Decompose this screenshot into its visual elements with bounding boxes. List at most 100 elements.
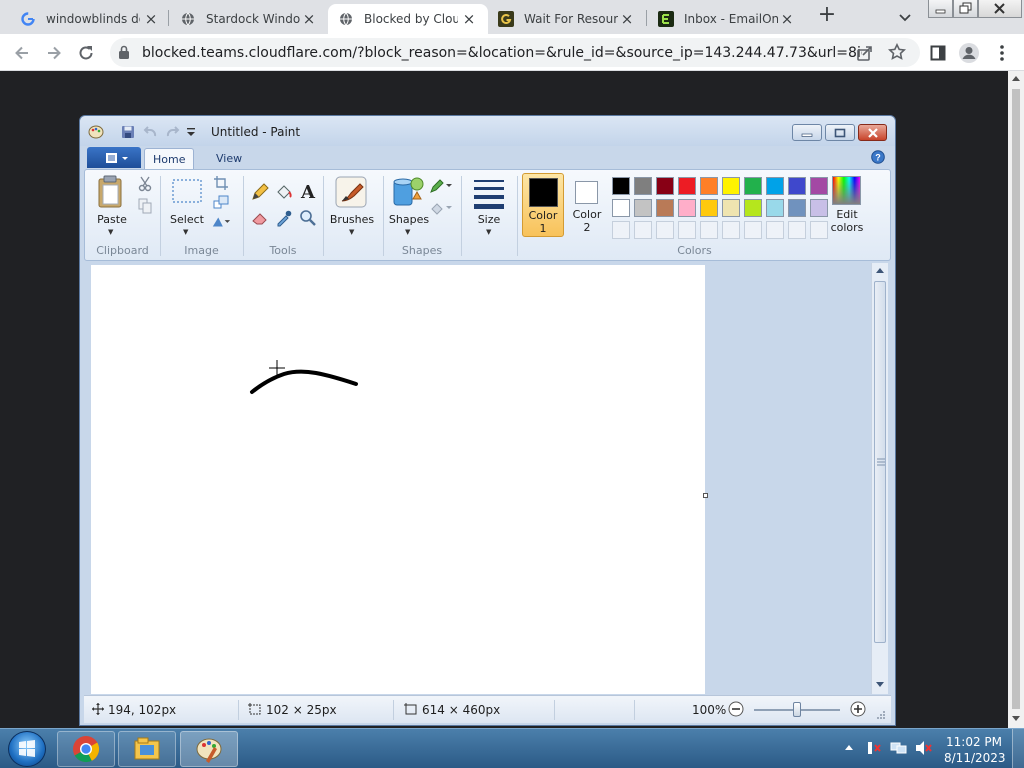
palette-swatch[interactable]: [744, 199, 762, 217]
zoom-in-icon[interactable]: [850, 701, 866, 720]
eraser-icon[interactable]: [250, 208, 270, 228]
side-panel-icon[interactable]: [927, 42, 949, 64]
palette-swatch[interactable]: [656, 177, 674, 195]
tab-windowblinds[interactable]: windowblinds do ×: [10, 4, 170, 34]
palette-swatch[interactable]: [678, 199, 696, 217]
close-icon[interactable]: ×: [460, 10, 478, 28]
palette-swatch[interactable]: [766, 177, 784, 195]
palette-swatch[interactable]: [722, 177, 740, 195]
custom-color-slot[interactable]: [722, 221, 740, 239]
pencil-icon[interactable]: [250, 182, 270, 202]
copy-icon[interactable]: [135, 196, 155, 216]
help-icon[interactable]: ?: [871, 150, 885, 167]
palette-swatch[interactable]: [634, 177, 652, 195]
menu-dots-icon[interactable]: [991, 42, 1013, 64]
network-icon[interactable]: [890, 740, 908, 756]
color2-button[interactable]: Color 2: [566, 173, 608, 237]
paste-button[interactable]: Paste: [90, 213, 134, 226]
palette-swatch[interactable]: [744, 177, 762, 195]
reload-button[interactable]: [75, 42, 97, 64]
custom-color-slot[interactable]: [744, 221, 762, 239]
page-scrollbar[interactable]: [1008, 71, 1024, 728]
close-window-button[interactable]: [978, 0, 1022, 18]
palette-swatch[interactable]: [656, 199, 674, 217]
taskbar-chrome[interactable]: [57, 731, 115, 767]
share-icon[interactable]: [856, 44, 874, 65]
custom-color-slot[interactable]: [656, 221, 674, 239]
restore-button[interactable]: [953, 0, 978, 18]
chevron-down-icon[interactable]: [896, 8, 914, 26]
tray-expand-icon[interactable]: [845, 744, 853, 752]
url-text[interactable]: blocked.teams.cloudflare.com/?block_reas…: [142, 45, 862, 61]
custom-color-slot[interactable]: [788, 221, 806, 239]
paste-icon[interactable]: [93, 174, 129, 210]
paint-menu-button[interactable]: [87, 147, 141, 168]
palette-swatch[interactable]: [788, 177, 806, 195]
select-icon[interactable]: [170, 176, 204, 206]
tab-stardock[interactable]: Stardock Window ×: [170, 4, 328, 34]
close-icon[interactable]: ×: [300, 10, 318, 28]
palette-swatch[interactable]: [612, 177, 630, 195]
tab-wait-for-resource[interactable]: Wait For Resource ×: [488, 4, 646, 34]
zoom-slider-track[interactable]: [754, 702, 840, 717]
fill-icon[interactable]: [428, 198, 454, 218]
volume-muted-icon[interactable]: [915, 740, 933, 756]
custom-color-slot[interactable]: [634, 221, 652, 239]
paint-maximize-button[interactable]: [825, 124, 855, 141]
undo-icon[interactable]: [143, 125, 157, 139]
select-dropdown-icon[interactable]: ▼: [183, 228, 188, 236]
canvas-resize-handle[interactable]: [703, 493, 708, 498]
select-button[interactable]: Select: [165, 213, 209, 226]
tab-inbox-emailondeck[interactable]: Inbox - EmailOnD ×: [648, 4, 806, 34]
paint-minimize-button[interactable]: [792, 124, 822, 141]
bookmark-star-icon[interactable]: [887, 42, 907, 64]
palette-swatch[interactable]: [700, 199, 718, 217]
shapes-dropdown-icon[interactable]: ▼: [405, 228, 410, 236]
magnifier-icon[interactable]: [298, 208, 318, 228]
crop-icon[interactable]: [211, 173, 231, 193]
size-icon[interactable]: [471, 174, 507, 210]
resize-icon[interactable]: [211, 192, 231, 212]
custom-color-slot[interactable]: [700, 221, 718, 239]
custom-color-slot[interactable]: [678, 221, 696, 239]
paint-title-bar[interactable]: Untitled - Paint: [80, 116, 895, 146]
color-picker-icon[interactable]: [274, 208, 294, 228]
taskbar-paint[interactable]: [180, 731, 238, 767]
back-button[interactable]: [11, 42, 33, 64]
palette-swatch[interactable]: [678, 177, 696, 195]
palette-swatch[interactable]: [722, 199, 740, 217]
close-icon[interactable]: ×: [778, 10, 796, 28]
new-tab-button[interactable]: +: [816, 4, 838, 27]
brushes-button[interactable]: Brushes: [327, 213, 377, 226]
scroll-up-icon[interactable]: [1012, 75, 1020, 81]
fill-bucket-icon[interactable]: [274, 182, 294, 202]
custom-color-slot[interactable]: [766, 221, 784, 239]
edit-colors-button[interactable]: Edit colors: [828, 173, 868, 237]
color1-button[interactable]: Color 1: [522, 173, 564, 237]
action-center-icon[interactable]: [866, 740, 882, 756]
drawing-canvas[interactable]: [91, 265, 708, 694]
start-button[interactable]: [8, 731, 46, 767]
redo-icon[interactable]: [164, 125, 180, 139]
tab-blocked-by-cloudflare[interactable]: Blocked by Cloud ×: [328, 4, 488, 34]
taskbar-explorer[interactable]: [118, 731, 176, 767]
palette-swatch[interactable]: [788, 199, 806, 217]
lock-icon[interactable]: [118, 45, 130, 62]
forward-button[interactable]: [43, 42, 65, 64]
cut-icon[interactable]: [135, 174, 155, 194]
resize-grip-icon[interactable]: [876, 709, 886, 723]
rotate-icon[interactable]: [211, 212, 231, 232]
size-dropdown-icon[interactable]: ▼: [486, 228, 491, 236]
scroll-up-icon[interactable]: [876, 267, 884, 273]
zoom-out-icon[interactable]: [728, 701, 744, 720]
palette-swatch[interactable]: [700, 177, 718, 195]
profile-avatar-icon[interactable]: [958, 42, 980, 64]
zoom-slider-thumb[interactable]: [793, 702, 801, 717]
shapes-button[interactable]: Shapes: [384, 213, 434, 226]
text-tool-icon[interactable]: A: [298, 182, 318, 203]
palette-swatch[interactable]: [634, 199, 652, 217]
brushes-icon[interactable]: [333, 174, 369, 210]
canvas-vertical-scrollbar[interactable]: [871, 263, 888, 694]
paint-close-button[interactable]: [858, 124, 887, 141]
scrollbar-thumb[interactable]: [1012, 89, 1020, 709]
